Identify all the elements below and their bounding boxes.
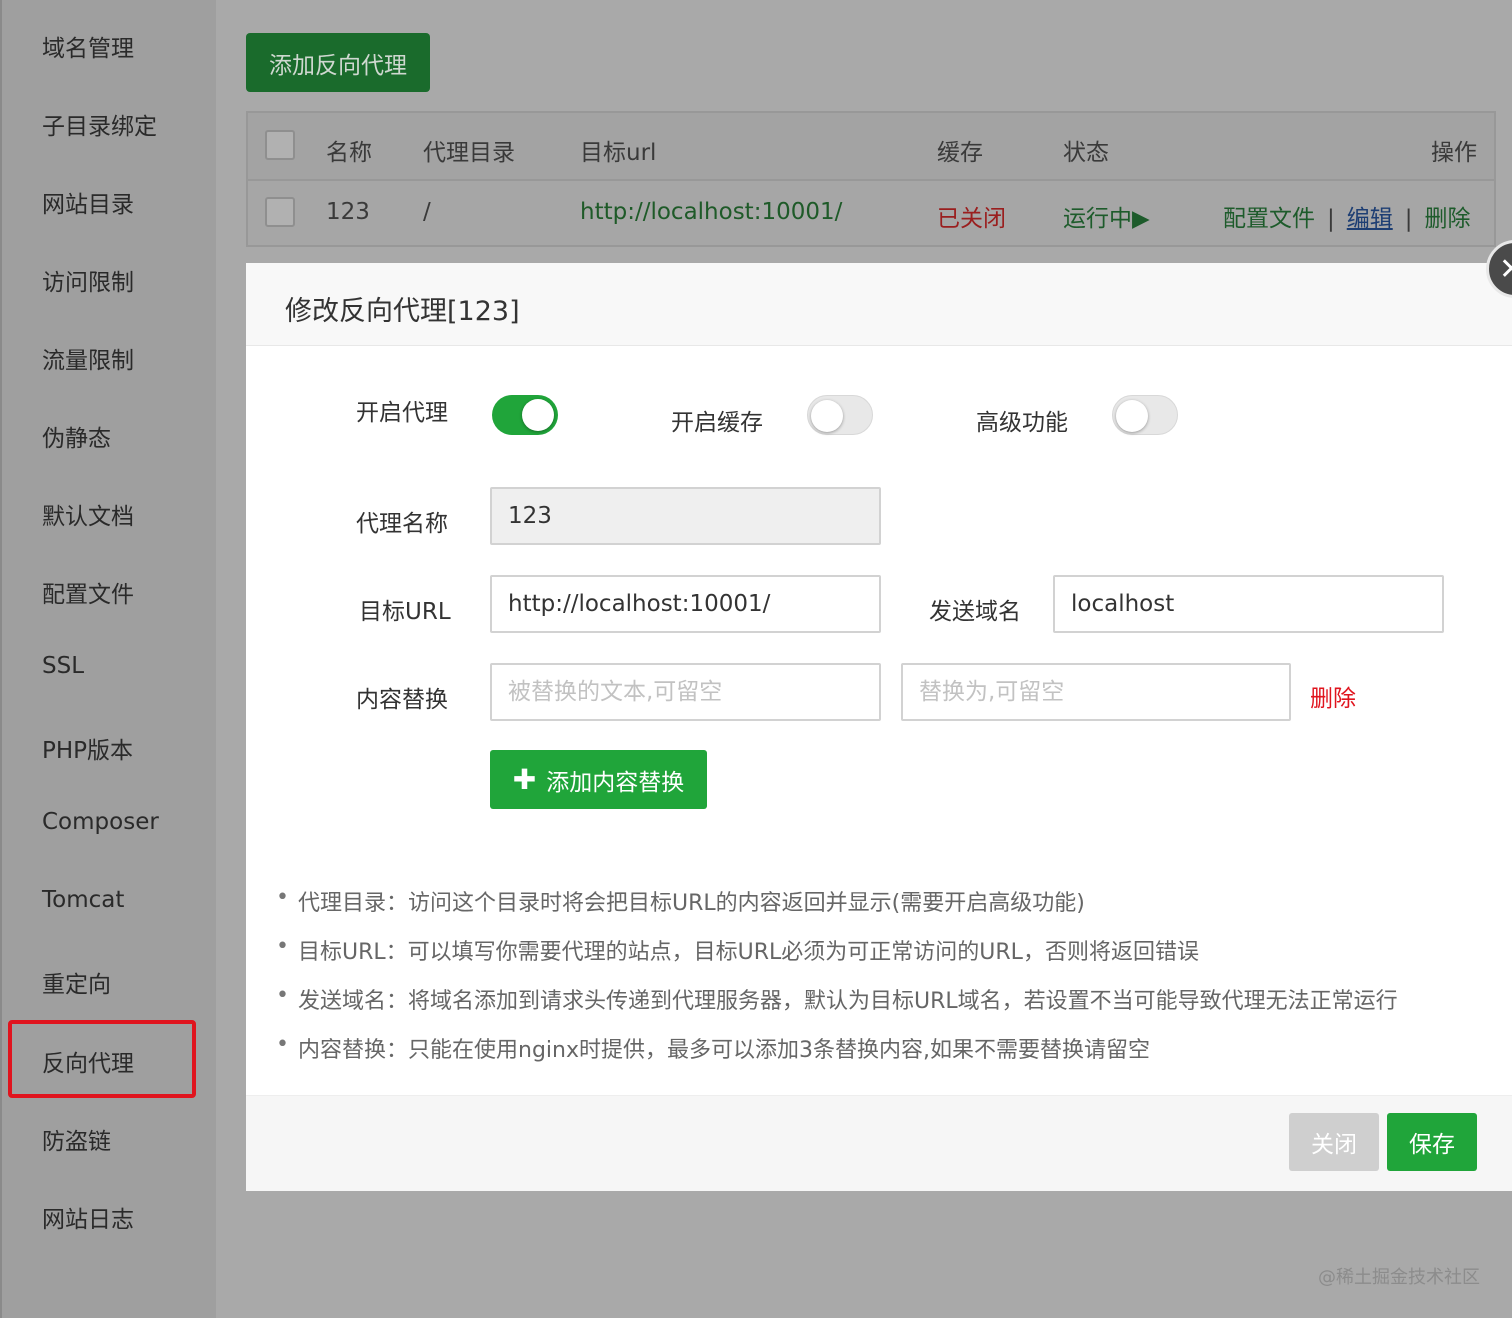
header-proxy-dir: 代理目录 [423, 140, 515, 166]
add-reverse-proxy-button[interactable]: 添加反向代理 [246, 33, 430, 92]
sidebar-item-subdir[interactable]: 子目录绑定 [42, 107, 157, 141]
row-name: 123 [326, 199, 370, 225]
modal-footer: 关闭 保存 [246, 1095, 1512, 1191]
edit-link[interactable]: 编辑 [1347, 206, 1393, 232]
help-tips: • 代理目录：访问这个目录时将会把目标URL的内容返回并显示(需要开启高级功能) … [276, 885, 1398, 1081]
save-button[interactable]: 保存 [1387, 1113, 1477, 1171]
row-run-status[interactable]: 运行中▶ [1063, 199, 1150, 233]
proxy-name-label: 代理名称 [356, 511, 448, 537]
bullet: • [276, 934, 289, 959]
sidebar-item-config[interactable]: 配置文件 [42, 575, 134, 609]
proxy-toggle[interactable] [492, 395, 558, 435]
sidebar-item-hotlink[interactable]: 防盗链 [42, 1122, 111, 1156]
replace-to-field[interactable] [901, 663, 1291, 721]
bullet: • [276, 983, 289, 1008]
proxy-table: 名称 代理目录 目标url 缓存 状态 操作 123 / http://loca… [246, 111, 1496, 247]
replace-from-field[interactable] [490, 663, 881, 721]
advanced-toggle-label: 高级功能 [976, 410, 1068, 436]
sidebar-item-default-doc[interactable]: 默认文档 [42, 497, 134, 531]
add-content-replace-button[interactable]: ✚ 添加内容替换 [490, 750, 707, 809]
sidebar-item-site-log[interactable]: 网站日志 [42, 1200, 134, 1234]
delete-link[interactable]: 删除 [1425, 206, 1471, 232]
header-name: 名称 [326, 140, 372, 166]
bullet: • [276, 1032, 289, 1057]
sidebar-item-rewrite[interactable]: 伪静态 [42, 419, 111, 453]
target-url-field[interactable] [490, 575, 881, 633]
toggle-knob [811, 400, 843, 432]
content-replace-label: 内容替换 [356, 687, 448, 713]
table-header: 名称 代理目录 目标url 缓存 状态 操作 [248, 113, 1494, 181]
sidebar: 域名管理 子目录绑定 网站目录 访问限制 流量限制 伪静态 默认文档 配置文件 … [0, 0, 216, 1318]
header-ops: 操作 [1431, 140, 1477, 166]
row-cache-status[interactable]: 已关闭 [937, 199, 1006, 233]
send-domain-field[interactable] [1053, 575, 1444, 633]
header-target-url: 目标url [580, 140, 657, 166]
advanced-toggle[interactable] [1112, 395, 1178, 435]
add-content-replace-label: 添加内容替换 [546, 769, 685, 796]
plus-icon: ✚ [512, 762, 537, 796]
proxy-name-field[interactable] [490, 487, 881, 545]
cache-toggle[interactable] [807, 395, 873, 435]
ops-separator: | [1404, 206, 1413, 232]
tip-text: 内容替换：只能在使用nginx时提供，最多可以添加3条替换内容,如果不需要替换请… [298, 1038, 1150, 1063]
sidebar-item-site-dir[interactable]: 网站目录 [42, 185, 134, 219]
sidebar-item-php[interactable]: PHP版本 [42, 731, 133, 765]
modal-header: 修改反向代理[123] [246, 263, 1512, 346]
target-url-label: 目标URL [359, 599, 451, 625]
cache-toggle-label: 开启缓存 [671, 410, 763, 436]
toggle-knob [522, 399, 554, 431]
sidebar-item-access-limit[interactable]: 访问限制 [42, 263, 134, 297]
tip-text: 目标URL：可以填写你需要代理的站点，目标URL必须为可正常访问的URL，否则将… [298, 940, 1199, 965]
modal-title: 修改反向代理[123] [285, 296, 520, 327]
delete-replace-link[interactable]: 删除 [1310, 679, 1356, 713]
tip-item: • 目标URL：可以填写你需要代理的站点，目标URL必须为可正常访问的URL，否则… [276, 934, 1398, 983]
tip-text: 发送域名：将域名添加到请求头传递到代理服务器，默认为目标URL域名，若设置不当可… [298, 989, 1398, 1014]
edit-proxy-modal: 修改反向代理[123] 开启代理 开启缓存 高级功能 代理名称 目标URL 发送… [246, 263, 1512, 1191]
select-all-checkbox[interactable] [265, 130, 295, 160]
row-proxy-dir: / [423, 199, 431, 225]
sidebar-item-traffic-limit[interactable]: 流量限制 [42, 341, 134, 375]
header-cache: 缓存 [937, 140, 983, 166]
sidebar-item-composer[interactable]: Composer [42, 809, 159, 835]
row-target-url[interactable]: http://localhost:10001/ [580, 199, 842, 225]
close-button[interactable]: 关闭 [1289, 1113, 1379, 1171]
tip-item: • 代理目录：访问这个目录时将会把目标URL的内容返回并显示(需要开启高级功能) [276, 885, 1398, 934]
sidebar-item-redirect[interactable]: 重定向 [42, 965, 111, 999]
row-operations: 配置文件 | 编辑 | 删除 [1223, 199, 1471, 233]
proxy-toggle-label: 开启代理 [356, 400, 448, 426]
sidebar-item-tomcat[interactable]: Tomcat [42, 887, 124, 913]
config-file-link[interactable]: 配置文件 [1223, 206, 1315, 232]
active-item-highlight [8, 1020, 196, 1098]
header-status: 状态 [1063, 140, 1109, 166]
tip-item: • 发送域名：将域名添加到请求头传递到代理服务器，默认为目标URL域名，若设置不当… [276, 983, 1398, 1032]
tip-item: • 内容替换：只能在使用nginx时提供，最多可以添加3条替换内容,如果不需要替换… [276, 1032, 1398, 1081]
sidebar-item-domain[interactable]: 域名管理 [42, 29, 134, 63]
bullet: • [276, 885, 289, 910]
tip-text: 代理目录：访问这个目录时将会把目标URL的内容返回并显示(需要开启高级功能) [298, 891, 1085, 916]
watermark: @稀土掘金技术社区 [1318, 1267, 1480, 1288]
toggle-knob [1116, 400, 1148, 432]
sidebar-item-ssl[interactable]: SSL [42, 653, 84, 679]
ops-separator: | [1327, 206, 1335, 232]
send-domain-label: 发送域名 [929, 599, 1021, 625]
row-checkbox[interactable] [265, 197, 295, 227]
